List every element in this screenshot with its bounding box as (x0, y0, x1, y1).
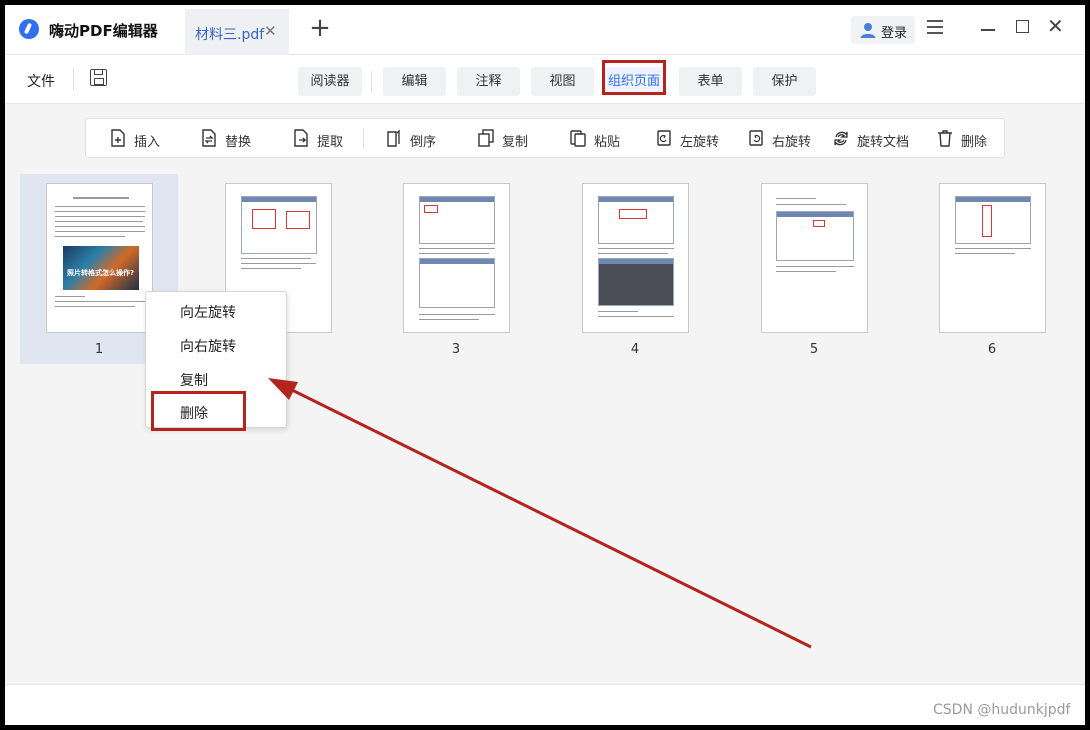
watermark: CSDN @hudunkjpdf (933, 702, 1071, 718)
file-menu[interactable]: 文件 (27, 71, 55, 91)
tab-form[interactable]: 表单 (679, 67, 742, 96)
replace-label: 替换 (225, 135, 252, 150)
divider (363, 129, 364, 149)
rotate-right-label: 右旋转 (772, 135, 812, 150)
page-preview[interactable] (761, 183, 868, 333)
app-window: 嗨动PDF编辑器 材料三.pdf ✕ + 登录 ✕ 文件 阅读器 编辑 注释 视… (5, 5, 1085, 725)
status-bar (5, 684, 1085, 725)
tab-view[interactable]: 视图 (531, 67, 594, 96)
page-preview[interactable] (582, 183, 689, 333)
minimize-icon[interactable] (981, 29, 995, 31)
copy-label: 复制 (502, 135, 529, 150)
organize-toolbar: 插入 替换 提取 倒序 复制 粘贴 左旋转 右旋转 旋转文档 删除 (85, 118, 1005, 158)
maximize-icon[interactable] (1016, 20, 1029, 33)
tab-reader[interactable]: 阅读器 (298, 67, 362, 96)
page-number: 3 (451, 342, 461, 357)
app-logo-icon (19, 19, 39, 39)
tab-annotate[interactable]: 注释 (457, 67, 520, 96)
paste-label: 粘贴 (594, 135, 621, 150)
insert-page-icon (111, 129, 125, 147)
context-menu-rotate-right[interactable]: 向右旋转 (180, 336, 236, 356)
login-button[interactable]: 登录 (851, 16, 915, 44)
delete-label: 删除 (961, 135, 988, 150)
document-tab-title: 材料三.pdf (195, 27, 265, 43)
reverse-order-icon (387, 129, 400, 147)
paste-page-icon (570, 130, 586, 147)
rotate-left-icon (657, 130, 671, 146)
page-preview[interactable] (403, 183, 510, 333)
title-bar: 嗨动PDF编辑器 材料三.pdf ✕ + 登录 ✕ (5, 5, 1085, 55)
reverse-order-label: 倒序 (410, 135, 437, 150)
menu-bar: 文件 阅读器 编辑 注释 视图 组织页面 表单 保护 (5, 55, 1085, 104)
context-menu-rotate-left[interactable]: 向左旋转 (180, 302, 236, 322)
extract-label: 提取 (317, 135, 344, 150)
hamburger-menu-icon[interactable] (927, 20, 943, 34)
thumbnail-photo-title: 照片转格式怎么操作? (67, 269, 135, 277)
delete-icon (938, 130, 952, 147)
divider (73, 68, 74, 90)
save-icon[interactable] (90, 69, 107, 86)
extract-page-icon (294, 129, 308, 147)
replace-page-icon (202, 129, 216, 147)
rotate-right-icon (749, 130, 763, 146)
login-label: 登录 (881, 26, 908, 41)
highlight-box-delete (151, 391, 246, 431)
rotate-left-label: 左旋转 (680, 135, 720, 150)
app-name: 嗨动PDF编辑器 (49, 22, 158, 40)
close-tab-icon[interactable]: ✕ (264, 22, 277, 40)
page-number: 4 (630, 342, 640, 357)
page-thumbnail-3[interactable]: 3 (377, 174, 535, 364)
highlight-box-organize-tab (602, 60, 666, 95)
page-number: 6 (987, 342, 997, 357)
user-icon (860, 23, 876, 38)
document-tab[interactable]: 材料三.pdf ✕ (185, 9, 289, 55)
page-preview[interactable]: 照片转格式怎么操作? (46, 183, 153, 333)
divider (371, 71, 372, 93)
tab-edit[interactable]: 编辑 (383, 67, 446, 96)
page-preview[interactable] (939, 183, 1046, 333)
page-number: 5 (809, 342, 819, 357)
rotate-document-icon (834, 131, 848, 146)
rotate-document-label: 旋转文档 (857, 135, 910, 150)
page-thumbnail-6[interactable]: 6 (913, 174, 1071, 364)
insert-label: 插入 (134, 135, 161, 150)
new-tab-plus-icon[interactable]: + (307, 15, 333, 41)
page-thumbnail-4[interactable]: 4 (556, 174, 714, 364)
copy-page-icon (478, 129, 494, 147)
page-thumbnail-5[interactable]: 5 (735, 174, 893, 364)
window-close-icon[interactable]: ✕ (1047, 14, 1064, 38)
context-menu-copy[interactable]: 复制 (180, 370, 208, 390)
tab-protect[interactable]: 保护 (753, 67, 816, 96)
